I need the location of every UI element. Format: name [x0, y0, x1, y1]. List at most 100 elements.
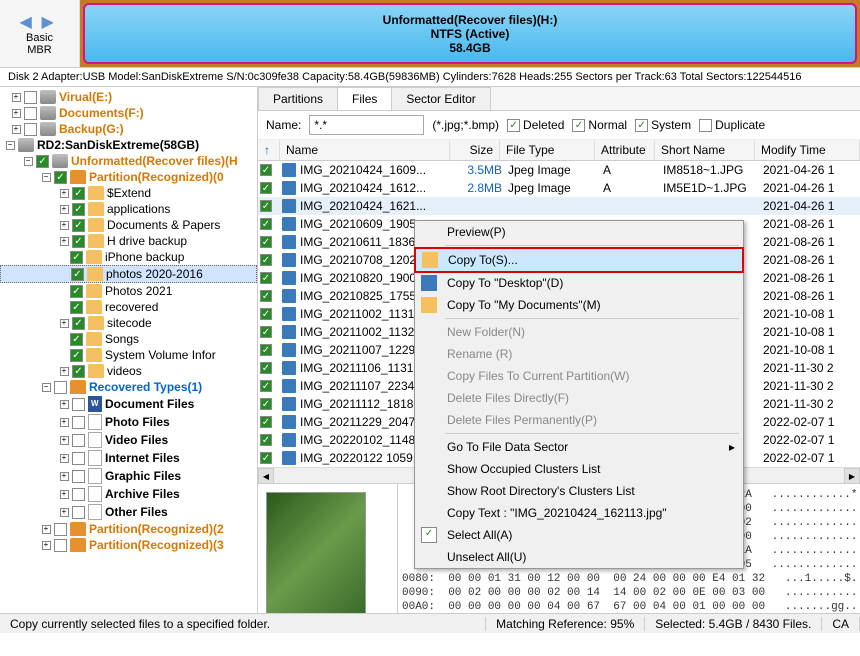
- tree-recovered-types[interactable]: Recovered Types(1): [89, 380, 202, 394]
- filter-normal[interactable]: ✓Normal: [572, 118, 627, 132]
- tree-rt-photo[interactable]: Photo Files: [105, 415, 170, 429]
- filter-duplicate[interactable]: Duplicate: [699, 118, 765, 132]
- folder-icon: [421, 297, 437, 313]
- disk-bar[interactable]: Unformatted(Recover files)(H:) NTFS (Act…: [80, 0, 860, 67]
- file-icon: [282, 379, 296, 393]
- disk-title: Unformatted(Recover files)(H:): [383, 13, 558, 27]
- filter-name-label: Name:: [266, 118, 301, 132]
- col-name[interactable]: Name: [280, 140, 450, 160]
- file-icon: [282, 217, 296, 231]
- tree-docs-papers[interactable]: Documents & Papers: [107, 218, 220, 232]
- back-icon[interactable]: ◀: [20, 12, 38, 28]
- forward-icon[interactable]: ▶: [42, 12, 60, 28]
- tree-sitecode[interactable]: sitecode: [107, 316, 152, 330]
- tree-h-drive[interactable]: H drive backup: [107, 234, 187, 248]
- desktop-icon: [421, 275, 437, 291]
- file-icon: [282, 253, 296, 267]
- cm-copy-docs[interactable]: Copy To "My Documents"(M): [415, 294, 743, 316]
- tree-videos[interactable]: videos: [107, 364, 142, 378]
- nav-basic-mbr[interactable]: ◀ ▶ BasicMBR: [0, 0, 80, 67]
- filter-name-input[interactable]: [309, 115, 424, 135]
- col-type[interactable]: File Type: [500, 140, 595, 160]
- file-icon: [282, 163, 296, 177]
- disk-info-line: Disk 2 Adapter:USB Model:SanDiskExtreme …: [0, 68, 860, 87]
- tree-backup[interactable]: Backup(G:): [59, 122, 124, 136]
- tree-rt-doc[interactable]: Document Files: [105, 397, 194, 411]
- cm-copy-desktop[interactable]: Copy To "Desktop"(D): [415, 272, 743, 294]
- file-icon: [282, 181, 296, 195]
- scroll-left-icon[interactable]: ◀: [258, 468, 274, 484]
- disk-size: 58.4GB: [449, 41, 490, 55]
- tree-rt-video[interactable]: Video Files: [105, 433, 168, 447]
- tree-photos-2020[interactable]: photos 2020-2016: [106, 267, 203, 281]
- tree-documents[interactable]: Documents(F:): [59, 106, 144, 120]
- delete-icon: [421, 412, 437, 428]
- file-icon: [282, 199, 296, 213]
- thumbnail-image: [266, 492, 366, 613]
- filter-deleted[interactable]: ✓Deleted: [507, 118, 564, 132]
- tree-rd2[interactable]: RD2:SanDiskExtreme(58GB): [37, 138, 199, 152]
- scroll-right-icon[interactable]: ▶: [844, 468, 860, 484]
- tree-recovered[interactable]: recovered: [105, 300, 158, 314]
- cm-copy-text[interactable]: Copy Text : "IMG_20210424_162113.jpg": [415, 502, 743, 524]
- disk-fs: NTFS (Active): [431, 27, 510, 41]
- cm-rename: Rename (R): [415, 343, 743, 365]
- tree-unformatted[interactable]: Unformatted(Recover files)(H: [71, 154, 238, 168]
- tree-partition-rec3[interactable]: Partition(Recognized)(3: [89, 538, 224, 552]
- tree-photos-2021[interactable]: Photos 2021: [105, 284, 172, 298]
- status-bar: Copy currently selected files to a speci…: [0, 613, 860, 633]
- status-selected: Selected: 5.4GB / 8430 Files.: [645, 617, 822, 631]
- tabs: Partitions Files Sector Editor: [258, 87, 860, 111]
- filter-ext: (*.jpg;*.bmp): [432, 118, 499, 132]
- tree-rt-graphic[interactable]: Graphic Files: [105, 469, 181, 483]
- tab-files[interactable]: Files: [337, 87, 392, 110]
- file-icon: [282, 415, 296, 429]
- tree-rt-archive[interactable]: Archive Files: [105, 487, 180, 501]
- tree-virtual[interactable]: Virual(E:): [59, 90, 112, 104]
- cm-select-all[interactable]: ✓Select All(A): [415, 524, 743, 546]
- tree-svi[interactable]: System Volume Infor: [105, 348, 216, 362]
- file-icon: [282, 397, 296, 411]
- file-header: ↑ Name Size File Type Attribute Short Na…: [258, 140, 860, 161]
- cm-del-direct: Delete Files Directly(F): [415, 387, 743, 409]
- tree-rt-other[interactable]: Other Files: [105, 505, 168, 519]
- tree-iphone[interactable]: iPhone backup: [105, 250, 184, 264]
- tree-applications[interactable]: applications: [107, 202, 170, 216]
- tab-partitions[interactable]: Partitions: [258, 87, 338, 110]
- file-row[interactable]: ✓ IMG_20210424_1609... 3.5MB Jpeg Image …: [258, 161, 860, 179]
- cm-preview[interactable]: Preview(P): [415, 221, 743, 243]
- cm-copy-cur: Copy Files To Current Partition(W): [415, 365, 743, 387]
- file-icon: [282, 451, 296, 465]
- file-icon: [282, 325, 296, 339]
- tree-partition-rec2[interactable]: Partition(Recognized)(2: [89, 522, 224, 536]
- file-icon: [282, 307, 296, 321]
- context-menu: Preview(P) Copy To(S)... Copy To "Deskto…: [414, 220, 744, 569]
- col-attr[interactable]: Attribute: [595, 140, 655, 160]
- cm-unselect-all[interactable]: Unselect All(U): [415, 546, 743, 568]
- col-mod[interactable]: Modify Time: [755, 140, 860, 160]
- checkbox-icon: ✓: [421, 527, 437, 543]
- col-up-icon[interactable]: ↑: [258, 140, 280, 160]
- tree-partition-rec[interactable]: Partition(Recognized)(0: [89, 170, 224, 184]
- cm-copy-to[interactable]: Copy To(S)...: [414, 247, 744, 273]
- submenu-arrow-icon: ▸: [729, 440, 735, 454]
- cm-show-root[interactable]: Show Root Directory's Clusters List: [415, 480, 743, 502]
- folder-icon: [422, 252, 438, 268]
- delete-icon: [421, 390, 437, 406]
- tree-songs[interactable]: Songs: [105, 332, 139, 346]
- file-icon: [282, 361, 296, 375]
- cm-goto-sector[interactable]: Go To File Data Sector▸: [415, 436, 743, 458]
- tab-sector-editor[interactable]: Sector Editor: [391, 87, 490, 110]
- tree-extend[interactable]: $Extend: [107, 186, 151, 200]
- tree-panel[interactable]: +Virual(E:) +Documents(F:) +Backup(G:) −…: [0, 87, 258, 613]
- filter-system[interactable]: ✓System: [635, 118, 691, 132]
- col-short[interactable]: Short Name: [655, 140, 755, 160]
- file-row[interactable]: ✓ IMG_20210424_1621... 2021-04-26 1: [258, 197, 860, 215]
- tree-rt-internet[interactable]: Internet Files: [105, 451, 180, 465]
- nav-label: BasicMBR: [26, 32, 53, 56]
- cm-show-occupied[interactable]: Show Occupied Clusters List: [415, 458, 743, 480]
- file-row[interactable]: ✓ IMG_20210424_1612... 2.8MB Jpeg Image …: [258, 179, 860, 197]
- file-icon: [282, 271, 296, 285]
- status-hint: Copy currently selected files to a speci…: [0, 617, 486, 631]
- col-size[interactable]: Size: [450, 140, 500, 160]
